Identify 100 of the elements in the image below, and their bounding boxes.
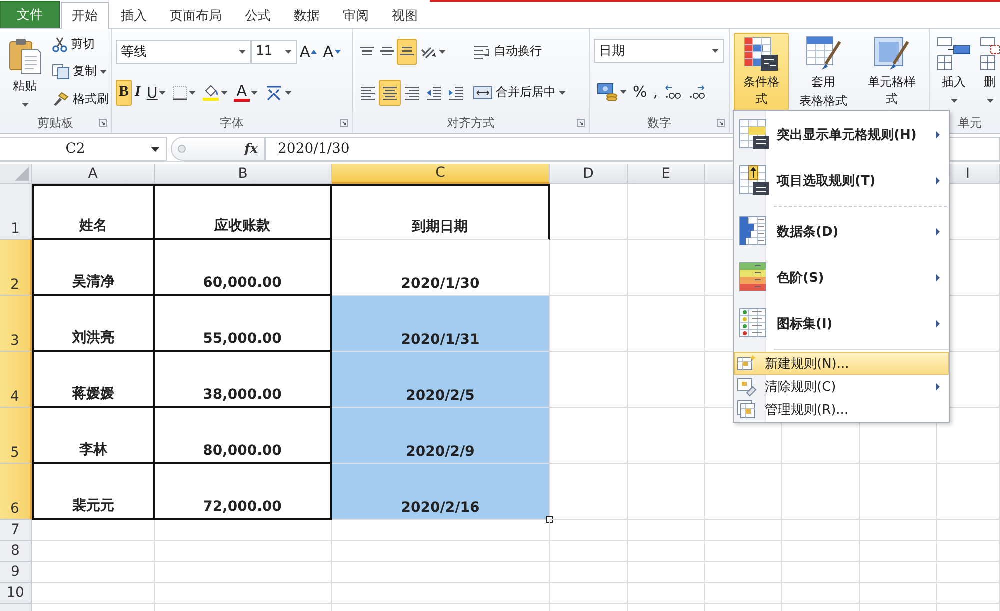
delete-cells-button[interactable]: 删	[977, 33, 1000, 111]
table-cell[interactable]	[550, 408, 628, 464]
row-header[interactable]: 8	[0, 541, 32, 562]
shrink-font-button[interactable]: A	[320, 38, 344, 64]
dialog-launcher-icon[interactable]	[717, 119, 725, 127]
table-cell[interactable]	[628, 541, 705, 562]
ribbon-tab[interactable]: 审阅	[332, 2, 380, 28]
table-cell[interactable]: 2020/2/9	[332, 408, 550, 464]
format-painter-button[interactable]: 格式刷	[49, 87, 112, 112]
table-cell[interactable]	[628, 520, 705, 541]
row-header[interactable]: 4	[0, 352, 32, 408]
row-header[interactable]: 3	[0, 296, 32, 352]
table-cell[interactable]: 裴元元	[32, 464, 155, 520]
menu-item[interactable]: 清除规则(C)	[734, 375, 949, 398]
table-cell[interactable]	[550, 352, 628, 408]
table-cell[interactable]	[937, 583, 1000, 604]
copy-button[interactable]: 复制	[49, 60, 110, 84]
conditional-formatting-button[interactable]: 条件格式	[734, 33, 789, 111]
table-cell[interactable]	[550, 240, 628, 296]
align-center-button[interactable]	[379, 80, 401, 106]
table-cell[interactable]	[628, 583, 705, 604]
merge-center-button[interactable]: 合并后居中	[470, 80, 569, 104]
table-cell[interactable]	[550, 562, 628, 583]
table-cell[interactable]	[550, 541, 628, 562]
insert-function-button[interactable]: fx	[244, 142, 258, 156]
column-header[interactable]: C	[332, 164, 550, 184]
name-box[interactable]: C2	[0, 137, 167, 161]
comma-style-button[interactable]: ,	[650, 79, 662, 105]
grow-font-button[interactable]: A	[297, 38, 320, 64]
ribbon-tab[interactable]: 页面布局	[159, 2, 233, 28]
table-cell[interactable]	[155, 562, 332, 583]
menu-item[interactable]: 图标集(I)	[734, 301, 949, 347]
font-name-field[interactable]: 等线	[116, 40, 251, 64]
table-cell[interactable]	[860, 583, 937, 604]
ribbon-tab[interactable]: 插入	[110, 2, 158, 28]
menu-item[interactable]: 新建规则(N)...	[734, 352, 949, 375]
table-cell[interactable]	[705, 464, 782, 520]
italic-button[interactable]: I	[132, 80, 144, 106]
dialog-launcher-icon[interactable]	[577, 119, 585, 127]
dialog-launcher-icon[interactable]	[340, 119, 348, 127]
ribbon-tab[interactable]: 视图	[381, 2, 429, 28]
table-cell[interactable]	[628, 562, 705, 583]
table-cell[interactable]	[32, 520, 155, 541]
table-cell[interactable]: 到期日期	[332, 184, 550, 240]
table-cell[interactable]: 应收账款	[155, 184, 332, 240]
table-cell[interactable]	[628, 352, 705, 408]
table-cell[interactable]	[782, 520, 860, 541]
row-header[interactable]: 7	[0, 520, 32, 541]
table-cell[interactable]	[550, 520, 628, 541]
bold-button[interactable]: B	[116, 80, 132, 106]
table-cell[interactable]	[32, 541, 155, 562]
table-cell[interactable]	[860, 520, 937, 541]
table-cell[interactable]	[782, 541, 860, 562]
paste-button[interactable]: 粘贴	[4, 33, 46, 111]
table-cell[interactable]	[32, 583, 155, 604]
table-cell[interactable]: 刘洪亮	[32, 296, 155, 352]
menu-item[interactable]: 色阶(S)	[734, 255, 949, 301]
table-cell[interactable]	[550, 184, 628, 240]
table-cell[interactable]	[628, 296, 705, 352]
table-cell[interactable]	[628, 184, 705, 240]
table-cell[interactable]	[550, 583, 628, 604]
ribbon-tab[interactable]: 开始	[61, 2, 109, 29]
row-header[interactable]: 5	[0, 408, 32, 464]
row-header[interactable]: 9	[0, 562, 32, 583]
table-cell[interactable]	[860, 464, 937, 520]
table-cell[interactable]	[705, 541, 782, 562]
table-cell[interactable]	[332, 541, 550, 562]
table-cell[interactable]: 姓名	[32, 184, 155, 240]
table-cell[interactable]	[937, 520, 1000, 541]
column-header[interactable]: D	[550, 164, 628, 184]
table-cell[interactable]	[332, 520, 550, 541]
row-header[interactable]: 10	[0, 583, 32, 604]
table-cell[interactable]	[32, 562, 155, 583]
table-cell[interactable]	[332, 562, 550, 583]
table-cell[interactable]	[628, 464, 705, 520]
table-cell[interactable]: 蒋媛媛	[32, 352, 155, 408]
table-cell[interactable]	[155, 520, 332, 541]
insert-cells-button[interactable]: 插入	[934, 33, 974, 111]
percent-button[interactable]: %	[630, 79, 650, 105]
table-cell[interactable]	[860, 541, 937, 562]
table-cell[interactable]	[705, 562, 782, 583]
dialog-launcher-icon[interactable]	[99, 119, 107, 127]
table-cell[interactable]	[782, 562, 860, 583]
menu-item[interactable]: 数据条(D)	[734, 209, 949, 255]
table-cell[interactable]: 2020/2/5	[332, 352, 550, 408]
underline-button[interactable]: U	[144, 80, 169, 106]
align-bottom-button[interactable]	[397, 38, 417, 64]
table-cell[interactable]	[155, 541, 332, 562]
table-cell[interactable]	[155, 583, 332, 604]
column-header[interactable]: A	[32, 164, 155, 184]
table-cell[interactable]	[332, 583, 550, 604]
table-cell[interactable]: 60,000.00	[155, 240, 332, 296]
table-cell[interactable]	[782, 583, 860, 604]
table-cell[interactable]: 2020/1/31	[332, 296, 550, 352]
table-cell[interactable]	[782, 464, 860, 520]
ribbon-tab[interactable]: 数据	[283, 2, 331, 28]
column-header[interactable]: B	[155, 164, 332, 184]
file-tab[interactable]: 文件	[0, 1, 60, 28]
font-color-button[interactable]: A	[230, 80, 261, 106]
table-cell[interactable]	[550, 296, 628, 352]
